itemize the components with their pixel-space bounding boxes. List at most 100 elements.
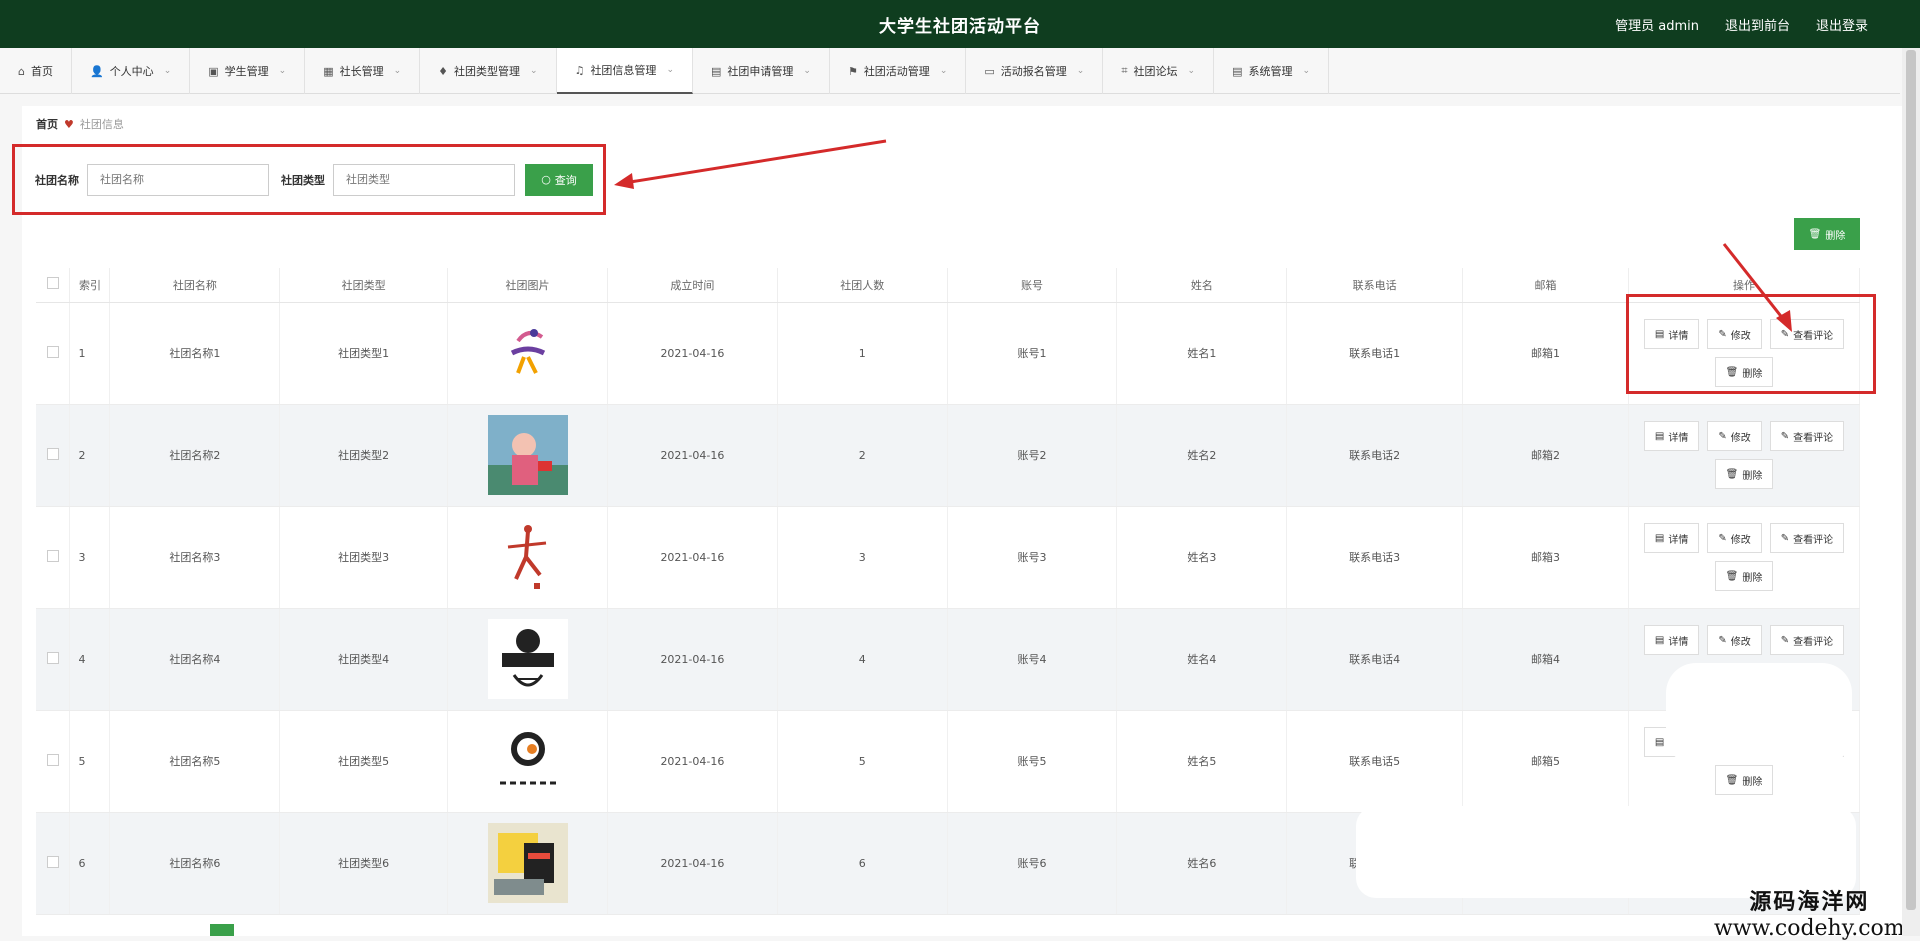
- view-comments-button[interactable]: ✎查看评论: [1769, 421, 1845, 451]
- breadcrumb: 首页 ♥ 社团信息: [36, 116, 124, 132]
- nav-item-5[interactable]: ♫ 社团信息管理 ⌄: [556, 48, 693, 94]
- row-checkbox[interactable]: [46, 345, 59, 358]
- table-header-row: 索引 社团名称 社团类型 社团图片 成立时间 社团人数 账号 姓名 联系电话 邮…: [36, 268, 1860, 303]
- cell-date: 2021-04-16: [607, 812, 778, 915]
- nav-item-10[interactable]: ▤ 系统管理 ⌄: [1214, 48, 1330, 94]
- club-image[interactable]: [487, 823, 568, 903]
- edit-label: 修改: [1730, 534, 1751, 546]
- delete-label: 删除: [1742, 776, 1763, 788]
- current-page-button[interactable]: [210, 924, 234, 936]
- club-type-input[interactable]: [333, 163, 515, 196]
- batch-delete-button[interactable]: 🗑 删除: [1794, 218, 1860, 250]
- detail-label: 详情: [1668, 636, 1689, 648]
- club-image[interactable]: [487, 721, 568, 801]
- detail-button[interactable]: ▤详情: [1643, 523, 1700, 553]
- flag-icon: ⚑: [847, 64, 858, 78]
- cell-name: 社团名称5: [109, 710, 281, 813]
- col-email: 邮箱: [1462, 268, 1629, 303]
- row-actions: ▤详情✎修改✎查看评论 🗑删除: [1629, 421, 1859, 489]
- cell-ops: ▤详情✎修改✎查看评论🗑删除: [1628, 506, 1860, 609]
- detail-icon: ▤: [1654, 736, 1665, 748]
- club-name-input[interactable]: [87, 163, 269, 196]
- nav-item-8[interactable]: ▭ 活动报名管理 ⌄: [966, 48, 1104, 94]
- row-select-cell[interactable]: [36, 506, 71, 609]
- nav-item-9[interactable]: ⌗ 社团论坛 ⌄: [1103, 48, 1215, 94]
- annotation-arrow-ops: [1722, 243, 1792, 332]
- col-person: 姓名: [1116, 268, 1288, 303]
- chevron-down-icon: ⌄: [393, 66, 402, 76]
- cell-phone: 联系电话5: [1286, 710, 1464, 813]
- row-actions: ▤详情✎修改✎查看评论🗑删除: [1629, 523, 1859, 591]
- scrollbar[interactable]: [1902, 48, 1920, 936]
- nav-item-7[interactable]: ⚑ 社团活动管理 ⌄: [830, 48, 967, 94]
- col-image: 社团图片: [447, 268, 608, 303]
- cell-date: 2021-04-16: [607, 710, 778, 813]
- nav-item-0[interactable]: ⌂ 首页: [0, 48, 72, 94]
- breadcrumb-home[interactable]: 首页: [36, 116, 58, 132]
- cell-index: 6: [69, 812, 111, 915]
- trash-icon: 🗑: [1808, 228, 1822, 240]
- logout-link[interactable]: 退出登录: [1816, 15, 1868, 34]
- edit-button[interactable]: ✎修改: [1707, 523, 1762, 553]
- nav-item-1[interactable]: 👤 个人中心 ⌄: [72, 48, 191, 94]
- edit-button[interactable]: ✎修改: [1707, 421, 1762, 451]
- select-all-checkbox[interactable]: [46, 277, 59, 290]
- edit-button[interactable]: ✎修改: [1707, 625, 1762, 655]
- row-select-cell[interactable]: [36, 404, 71, 507]
- detail-button[interactable]: ▤详情: [1643, 625, 1700, 655]
- row-checkbox[interactable]: [46, 855, 59, 868]
- home-icon: ⌂: [18, 64, 25, 78]
- col-phone: 联系电话: [1286, 268, 1464, 303]
- detail-icon: ▤: [1654, 532, 1665, 544]
- delete-button[interactable]: 🗑删除: [1714, 765, 1774, 795]
- row-checkbox[interactable]: [46, 549, 59, 562]
- select-all-cell[interactable]: [36, 268, 71, 303]
- cell-image: [447, 608, 608, 711]
- cell-name: 社团名称2: [109, 404, 281, 507]
- nav-item-4[interactable]: ♦ 社团类型管理 ⌄: [420, 48, 557, 94]
- row-select-cell[interactable]: [36, 812, 71, 915]
- detail-label: 详情: [1668, 432, 1689, 444]
- chevron-down-icon: ⌄: [666, 65, 674, 75]
- club-image[interactable]: [487, 415, 568, 495]
- batch-delete-label: 删除: [1825, 230, 1846, 242]
- row-select-cell[interactable]: [36, 302, 71, 405]
- pagination: [38, 924, 368, 936]
- delete-button[interactable]: 🗑删除: [1714, 459, 1774, 489]
- nav-item-label: 社团申请管理: [727, 65, 794, 78]
- detail-label: 详情: [1668, 534, 1689, 546]
- row-checkbox[interactable]: [46, 753, 59, 766]
- search-icon: ○: [541, 173, 551, 186]
- row-checkbox[interactable]: [46, 447, 59, 460]
- header-actions: 管理员 admin 退出到前台 退出登录: [1615, 15, 1868, 34]
- pencil-icon: ✎: [1780, 634, 1790, 646]
- club-type-label: 社团类型: [281, 173, 325, 187]
- cell-type: 社团类型2: [279, 404, 449, 507]
- table-row: 3 社团名称3 社团类型3 2021-04-16 3 账号3 姓名3 联系电话3 邮箱3 ▤ 详情 ✎…: [36, 506, 1860, 609]
- view-comments-button[interactable]: ✎查看评论: [1769, 625, 1845, 655]
- nav-item-2[interactable]: ▣ 学生管理 ⌄: [190, 48, 306, 94]
- nav-item-label: 系统管理: [1248, 65, 1293, 78]
- query-button[interactable]: ○ 查询: [525, 163, 593, 196]
- cell-phone: 联系电话4: [1286, 608, 1464, 711]
- club-image[interactable]: [487, 619, 568, 699]
- view-comments-button[interactable]: ✎查看评论: [1769, 523, 1845, 553]
- delete-button[interactable]: 🗑删除: [1714, 561, 1774, 591]
- cell-person: 姓名2: [1116, 404, 1288, 507]
- row-select-cell[interactable]: [36, 710, 71, 813]
- nav-item-3[interactable]: ▦ 社长管理 ⌄: [305, 48, 421, 94]
- cell-count: 1: [777, 302, 948, 405]
- nav-item-6[interactable]: ▤ 社团申请管理 ⌄: [693, 48, 830, 94]
- detail-button[interactable]: ▤详情: [1643, 421, 1700, 451]
- row-select-cell[interactable]: [36, 608, 71, 711]
- exit-to-front-link[interactable]: 退出到前台: [1725, 15, 1790, 34]
- trash-icon: 🗑: [1725, 468, 1739, 480]
- scrollbar-thumb[interactable]: [1906, 50, 1916, 910]
- club-image[interactable]: [488, 313, 568, 393]
- crop-icon: ⌗: [1121, 64, 1128, 77]
- club-image[interactable]: [487, 517, 568, 597]
- row-checkbox[interactable]: [46, 651, 59, 664]
- cell-image: [447, 710, 608, 813]
- table-row: 4 社团名称4 社团类型4 2021-04-16 4 账号4 姓名4 联系电话4 邮箱4 ▤ 详情 ✎…: [36, 608, 1860, 711]
- watermark: 源码海洋网 www.codehy.com: [1714, 884, 1905, 941]
